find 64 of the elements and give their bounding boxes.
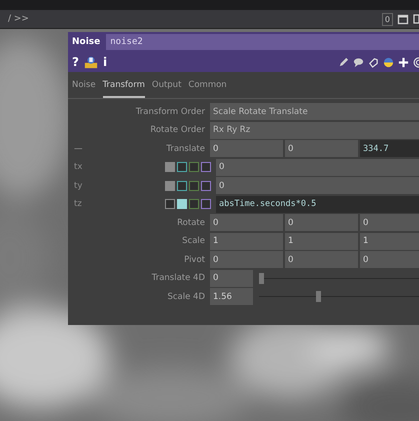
mode-toggle[interactable] [201, 180, 211, 190]
pane-icon[interactable] [413, 13, 419, 25]
slider-thumb[interactable] [316, 291, 322, 302]
value-field[interactable]: 0 [360, 214, 419, 231]
value-field[interactable]: 0 [210, 270, 253, 286]
parameter-label: Scale 4D [167, 292, 205, 302]
parameter-label: Rotate Order [150, 125, 205, 135]
parameter-tab[interactable]: Output [152, 80, 182, 98]
mode-toggle[interactable] [177, 180, 187, 190]
value-field[interactable]: 0 [216, 177, 419, 194]
python-icon[interactable] [383, 56, 394, 68]
mode-toggle[interactable] [201, 199, 211, 209]
parameter-label: Pivot [184, 254, 205, 264]
menu-field[interactable]: Rx Ry Rz [210, 122, 419, 138]
mode-toggle[interactable] [165, 180, 175, 190]
value-field[interactable]: 334.7 [360, 140, 419, 157]
parameter-label: Rotate [177, 218, 205, 228]
value-field[interactable]: 0 [210, 140, 283, 157]
value-field[interactable]: 0 [360, 251, 419, 268]
info-button[interactable]: i [102, 55, 108, 69]
tag-icon[interactable] [368, 56, 379, 68]
comment-icon[interactable] [353, 56, 364, 68]
value-field[interactable]: absTime.seconds*0.5 [216, 196, 419, 212]
help-button[interactable]: ? [72, 55, 79, 69]
parameter-tab[interactable]: Transform [102, 80, 145, 98]
collapse-toggle[interactable]: — [74, 144, 82, 154]
help-person-icon[interactable] [84, 55, 98, 69]
mode-toggle[interactable] [189, 162, 199, 172]
mode-toggle[interactable] [189, 180, 199, 190]
mode-toggle[interactable] [165, 199, 175, 209]
parameter-label: ty [74, 180, 82, 190]
mode-toggle[interactable] [189, 199, 199, 209]
slider-thumb[interactable] [259, 272, 264, 284]
window-icon[interactable] [397, 13, 409, 25]
parameter-label: Transform Order [136, 106, 205, 116]
parameter-label: tx [74, 162, 82, 172]
parameter-tab[interactable]: Noise [72, 80, 96, 98]
operator-type: Noise [72, 37, 100, 47]
value-field[interactable]: 0 [216, 158, 419, 176]
value-field[interactable]: 1.56 [210, 288, 253, 305]
value-field[interactable]: 1 [210, 232, 283, 250]
parameter-label: Translate [166, 144, 205, 154]
value-field[interactable]: 0 [285, 251, 358, 268]
parameter-label: Translate 4D [152, 273, 205, 283]
value-field[interactable]: 0 [210, 251, 283, 268]
operator-name-field[interactable]: noise2 [106, 34, 419, 50]
value-field[interactable]: 1 [360, 232, 419, 250]
parameter-label: Scale [182, 236, 205, 246]
mode-toggle[interactable] [165, 162, 175, 172]
pencil-icon[interactable] [338, 56, 349, 68]
menu-field[interactable]: Scale Rotate Translate [210, 103, 419, 120]
value-field[interactable]: 0 [210, 214, 283, 231]
plus-icon[interactable] [398, 56, 409, 68]
value-field[interactable]: 0 [285, 214, 358, 231]
parameter-tab[interactable]: Common [188, 80, 227, 98]
value-field[interactable]: 0 [285, 140, 358, 157]
counter-button[interactable]: 0 [382, 12, 393, 26]
slider-track[interactable] [259, 288, 419, 305]
parameter-label: tz [74, 199, 82, 209]
value-field[interactable]: 1 [285, 232, 358, 250]
mode-toggle[interactable] [177, 162, 187, 172]
mode-toggle[interactable] [201, 162, 211, 172]
target-icon[interactable] [413, 56, 419, 68]
network-path[interactable]: / >> [0, 14, 29, 24]
